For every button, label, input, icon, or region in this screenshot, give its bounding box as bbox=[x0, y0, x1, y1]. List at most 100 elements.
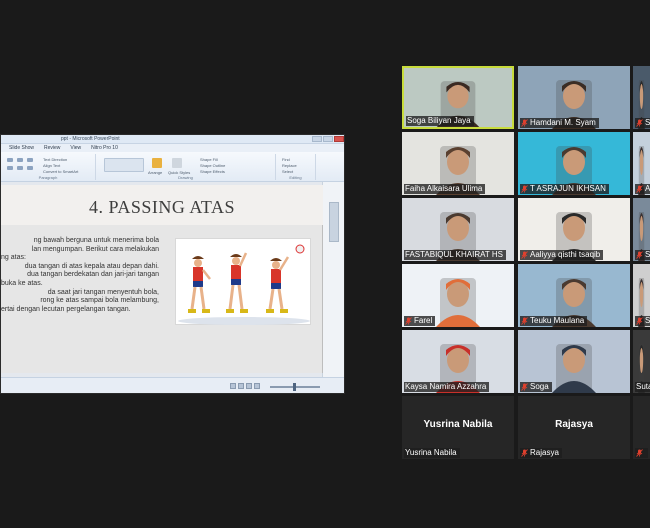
quick-styles-icon[interactable] bbox=[172, 158, 182, 168]
convert-smartart-button[interactable]: Convert to SmartArt bbox=[43, 169, 78, 174]
ppt-title-bar: ppt - Microsoft PowerPoint bbox=[1, 135, 344, 144]
participant-name: Aaliyya qisthi tsaqib bbox=[530, 250, 601, 259]
shape-fill-button[interactable]: Shape Fill bbox=[200, 157, 218, 162]
align-right-icon[interactable] bbox=[27, 166, 33, 170]
participant-tile[interactable]: Yusrina Nabila Yusrina Nabila bbox=[402, 396, 514, 459]
close-button[interactable] bbox=[334, 136, 344, 142]
participant-tile[interactable] bbox=[633, 396, 650, 459]
arrange-icon[interactable] bbox=[152, 158, 162, 168]
participant-tile[interactable]: Rajasya Rajasya bbox=[518, 396, 630, 459]
participant-tile[interactable]: S bbox=[633, 264, 650, 327]
tab-nitro-pro[interactable]: Nitro Pro 10 bbox=[91, 144, 118, 152]
vertical-scrollbar[interactable] bbox=[322, 182, 344, 377]
muted-mic-icon bbox=[405, 317, 412, 325]
participant-name-label: Yusrina Nabila bbox=[404, 448, 460, 458]
participant-name-label: Farel bbox=[404, 316, 436, 326]
align-center-icon[interactable] bbox=[17, 166, 23, 170]
ppt-ribbon: Text Direction Align Text Convert to Sma… bbox=[1, 152, 344, 182]
participant-tile[interactable]: Farel bbox=[402, 264, 514, 327]
slide-body-text: ng bawah berguna untuk menerima bola lan… bbox=[1, 237, 159, 314]
slide-line: rong ke atas sampai bola melambung, bbox=[40, 297, 159, 305]
replace-button[interactable]: Replace bbox=[282, 163, 297, 168]
slide-sorter-icon[interactable] bbox=[238, 383, 244, 389]
participant-tile[interactable]: Hamdani M. Syam bbox=[518, 66, 630, 129]
align-left-icon[interactable] bbox=[7, 166, 13, 170]
slideshow-view-icon[interactable] bbox=[254, 383, 260, 389]
window-controls bbox=[312, 136, 344, 142]
participant-name-label: S bbox=[635, 316, 650, 326]
participant-name: Soga bbox=[530, 382, 549, 391]
shared-screen[interactable]: ppt - Microsoft PowerPoint Slide Show Re… bbox=[0, 134, 345, 394]
zoom-meeting-window: ppt - Microsoft PowerPoint Slide Show Re… bbox=[0, 0, 650, 528]
bullets-icon[interactable] bbox=[7, 158, 13, 162]
normal-view-icon[interactable] bbox=[230, 383, 236, 389]
find-button[interactable]: Find bbox=[282, 157, 290, 162]
participant-tile[interactable]: A bbox=[633, 132, 650, 195]
participant-name: Teuku Maulana bbox=[530, 316, 585, 325]
text-direction-button[interactable]: Text Direction bbox=[43, 157, 67, 162]
participant-name-label: Soga bbox=[520, 382, 552, 392]
ribbon-group-drawing: Arrange Quick Styles Shape Fill Shape Ou… bbox=[96, 154, 276, 180]
muted-mic-icon bbox=[521, 185, 528, 193]
participant-name: S bbox=[645, 118, 650, 127]
participant-name: Faiha Alkaisara Ulima bbox=[405, 184, 483, 193]
participant-name-label: Suta bbox=[635, 382, 650, 392]
participant-name: Rajasya bbox=[530, 448, 559, 457]
slide-line: ertai dengan lecutan pergelangan tangan. bbox=[1, 305, 131, 313]
participant-name: Hamdani M. Syam bbox=[530, 118, 596, 127]
muted-mic-icon bbox=[636, 185, 643, 193]
scrollbar-thumb[interactable] bbox=[329, 202, 339, 242]
muted-mic-icon bbox=[636, 449, 643, 457]
align-text-button[interactable]: Align Text bbox=[43, 163, 60, 168]
minimize-button[interactable] bbox=[312, 136, 322, 142]
participant-tile[interactable]: Suta bbox=[633, 330, 650, 393]
participant-name-label: Kaysa Namira Azzahra bbox=[404, 382, 490, 392]
ribbon-group-label: Editing bbox=[289, 175, 302, 180]
participant-name: Suta bbox=[636, 382, 650, 391]
participant-tile[interactable]: T ASRAJUN IKHSAN bbox=[518, 132, 630, 195]
participant-tile[interactable]: Kaysa Namira Azzahra bbox=[402, 330, 514, 393]
tab-review[interactable]: Review bbox=[44, 144, 60, 152]
ppt-ribbon-tabs: Slide Show Review View Nitro Pro 10 bbox=[1, 144, 344, 152]
tab-slide-show[interactable]: Slide Show bbox=[9, 144, 34, 152]
participant-tile[interactable]: Aaliyya qisthi tsaqib bbox=[518, 198, 630, 261]
muted-mic-icon bbox=[521, 317, 528, 325]
slide-line: ng bawah berguna untuk menerima bola bbox=[33, 237, 159, 244]
participant-name-label: Hamdani M. Syam bbox=[520, 118, 599, 128]
muted-mic-icon bbox=[636, 317, 643, 325]
shapes-gallery[interactable] bbox=[104, 158, 144, 172]
participant-name-label: S bbox=[635, 250, 650, 260]
participant-tile[interactable]: Faiha Alkaisara Ulima bbox=[402, 132, 514, 195]
reading-view-icon[interactable] bbox=[246, 383, 252, 389]
indent-icon[interactable] bbox=[27, 158, 33, 162]
slide-line: lan mengumpan. Berikut cara melakukan bbox=[31, 245, 159, 253]
numbering-icon[interactable] bbox=[17, 158, 23, 162]
participant-tile[interactable]: Soga bbox=[518, 330, 630, 393]
tab-view[interactable]: View bbox=[70, 144, 81, 152]
participant-name: S bbox=[645, 250, 650, 259]
participant-name-label: Soga Biliyan Jaya bbox=[406, 116, 474, 126]
participant-tile[interactable]: Soga Biliyan Jaya bbox=[402, 66, 514, 129]
shape-effects-button[interactable]: Shape Effects bbox=[200, 169, 225, 174]
participant-tile[interactable]: FASTABIQUL KHAIRAT HS bbox=[402, 198, 514, 261]
ppt-window-title: ppt - Microsoft PowerPoint bbox=[61, 136, 120, 142]
select-button[interactable]: Select bbox=[282, 169, 293, 174]
slide-line: ng atas: bbox=[1, 254, 26, 262]
slide-line: dua tangan berdekatan dan jari-jari tang… bbox=[27, 271, 159, 279]
ribbon-group-editing: Find Replace Select Editing bbox=[276, 154, 316, 180]
shape-outline-button[interactable]: Shape Outline bbox=[200, 163, 225, 168]
participant-tile[interactable]: S bbox=[633, 198, 650, 261]
zoom-slider-knob[interactable] bbox=[293, 383, 296, 391]
slide-canvas[interactable]: 4. PASSING ATAS ng bawah berguna untuk m… bbox=[1, 185, 323, 373]
participant-name: Kaysa Namira Azzahra bbox=[405, 382, 487, 391]
participant-name: A bbox=[645, 184, 650, 193]
participant-tile[interactable]: Teuku Maulana bbox=[518, 264, 630, 327]
participant-name-label: T ASRAJUN IKHSAN bbox=[520, 184, 609, 194]
maximize-button[interactable] bbox=[323, 136, 333, 142]
participant-name-label: Faiha Alkaisara Ulima bbox=[404, 184, 486, 194]
slide-line: da saat jari tangan menyentuh bola, bbox=[47, 288, 159, 296]
slide-line: dua tangan di atas kepala atau depan dah… bbox=[24, 262, 159, 270]
ribbon-group-label: Paragraph bbox=[38, 175, 58, 180]
participant-tile[interactable]: S bbox=[633, 66, 650, 129]
muted-mic-icon bbox=[636, 251, 643, 259]
